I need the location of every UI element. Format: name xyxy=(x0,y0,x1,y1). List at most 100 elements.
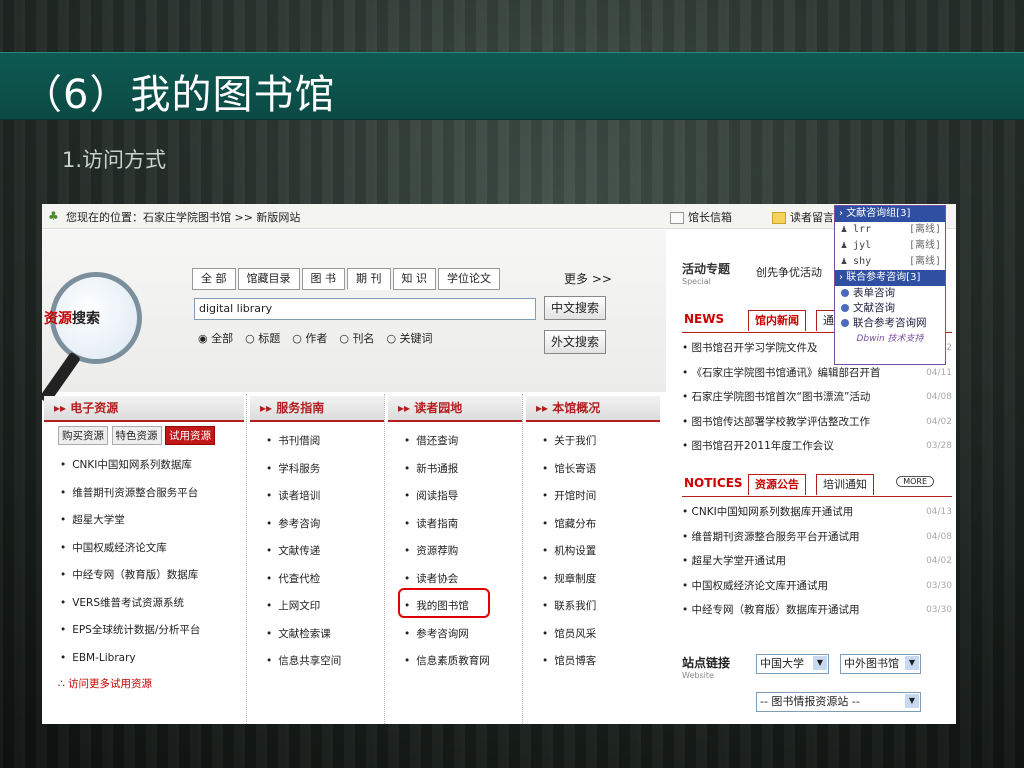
globe-icon xyxy=(841,289,849,297)
list-item[interactable]: 读者指南 xyxy=(388,511,522,539)
list-item[interactable]: 馆藏分布 xyxy=(526,511,660,539)
site-links-heading: 站点链接 Website xyxy=(682,656,731,680)
consult-group-header[interactable]: › 文献咨询组[3] xyxy=(835,206,945,222)
chinese-search-button[interactable]: 中文搜索 xyxy=(544,296,607,320)
list-item[interactable]: 代查代检 xyxy=(250,566,384,594)
list-item[interactable]: 借还查询 xyxy=(388,428,522,456)
foreign-search-button[interactable]: 外文搜索 xyxy=(544,330,607,354)
library-overview-column: ▸▸ 本馆概况 关于我们 馆长寄语 开馆时间 馆藏分布 机构设置 规章制度 联系… xyxy=(526,396,660,676)
tab-resource-notices[interactable]: 资源公告 xyxy=(748,474,806,495)
search-field-radios: ◉ 全部 ○ 标题 ○ 作者 ○ 刊名 ○ 关键词 xyxy=(198,330,445,346)
list-item[interactable]: 阅读指导 xyxy=(388,483,522,511)
tab-training-notices[interactable]: 培训通知 xyxy=(816,474,874,495)
list-item[interactable]: VERS维普考试资源系统 xyxy=(44,589,244,617)
list-item[interactable]: EPS全球统计数据/分析平台 xyxy=(44,617,244,645)
column-header: ▸▸ 电子资源 xyxy=(44,396,244,422)
news-item[interactable]: • 图书馆传达部署学校教学评估整改工作 04/02 xyxy=(682,410,956,435)
more-button[interactable]: MORE xyxy=(896,476,934,487)
envelope-icon xyxy=(670,212,684,224)
list-item[interactable]: 信息素质教育网 xyxy=(388,648,522,676)
list-item[interactable]: 参考咨询网 xyxy=(388,621,522,649)
subtab-purchased[interactable]: 购买资源 xyxy=(58,426,108,445)
consult-group-header[interactable]: › 联合参考咨询[3] xyxy=(835,270,945,286)
radio-keyword[interactable]: ○ 关键词 xyxy=(386,332,438,345)
list-item[interactable]: 文献检索课 xyxy=(250,621,384,649)
consult-user[interactable]: ♟ shy [离线] xyxy=(835,254,945,270)
highlight-circle xyxy=(398,588,490,618)
tab-journals[interactable]: 期 刊 xyxy=(347,268,391,290)
radio-author[interactable]: ○ 作者 xyxy=(292,332,333,345)
notice-item[interactable]: • 维普期刊资源整合服务平台开通试用 04/08 xyxy=(682,525,956,550)
notices-label: NOTICES xyxy=(684,476,743,490)
divider xyxy=(246,394,248,724)
resource-site-select[interactable]: -- 图书情报资源站 -- ▼ xyxy=(756,692,921,712)
list-item[interactable]: 馆员博客 xyxy=(526,648,660,676)
notice-item[interactable]: • 超星大学堂开通试用 04/02 xyxy=(682,549,956,574)
popup-footer: Dbwin 技术支持 xyxy=(856,334,924,344)
search-logo: 资源搜索 xyxy=(44,311,100,327)
search-panel: 资源搜索 全 部馆藏目录图 书期 刊知 识学位论文 更多 >> digital … xyxy=(42,230,666,405)
guestbook-link[interactable]: 读者留言 xyxy=(772,209,834,225)
news-item[interactable]: • 石家庄学院图书馆首次“图书漂流”活动 04/08 xyxy=(682,385,956,410)
list-item[interactable]: CNKI中国知网系列数据库 xyxy=(44,452,244,480)
list-item[interactable]: 文献传递 xyxy=(250,538,384,566)
list-item[interactable]: 书刊借阅 xyxy=(250,428,384,456)
list-item[interactable]: 读者培训 xyxy=(250,483,384,511)
tab-knowledge[interactable]: 知 识 xyxy=(392,268,436,290)
news-item[interactable]: • 图书馆召开2011年度工作会议 03/28 xyxy=(682,434,956,459)
notice-item[interactable]: • 中国权威经济论文库开通试用 03/30 xyxy=(682,574,956,599)
list-item[interactable]: 维普期刊资源整合服务平台 xyxy=(44,479,244,507)
consult-user[interactable]: ♟ jyl [离线] xyxy=(835,238,945,254)
globe-icon xyxy=(841,319,849,327)
list-item[interactable]: 新书通报 xyxy=(388,456,522,484)
radio-title[interactable]: ○ 标题 xyxy=(245,332,286,345)
search-input[interactable]: digital library xyxy=(194,298,536,320)
library-select[interactable]: 中外图书馆 ▼ xyxy=(840,654,921,674)
chevron-down-icon: ▼ xyxy=(813,656,827,670)
tab-books[interactable]: 图 书 xyxy=(301,268,345,290)
list-item[interactable]: 中经专网（教育版）数据库 xyxy=(44,562,244,590)
list-item[interactable]: 规章制度 xyxy=(526,566,660,594)
notices-list: • CNKI中国知网系列数据库开通试用 04/13 • 维普期刊资源整合服务平台开… xyxy=(682,500,956,623)
form-consult-link[interactable]: 表单咨询 xyxy=(835,286,945,301)
radio-journal[interactable]: ○ 刊名 xyxy=(339,332,380,345)
list-item[interactable]: 馆员风采 xyxy=(526,621,660,649)
university-select[interactable]: 中国大学 ▼ xyxy=(756,654,829,674)
more-search-link[interactable]: 更多 >> xyxy=(564,270,612,287)
list-item[interactable]: 参考咨询 xyxy=(250,511,384,539)
radio-all[interactable]: ◉ 全部 xyxy=(198,332,239,345)
column-header: ▸▸ 读者园地 xyxy=(388,396,522,422)
library-website-screenshot: ♣ 您现在的位置：石家庄学院图书馆 >> 新版网站 馆长信箱 读者留言 资源搜索… xyxy=(42,204,956,724)
tab-library-news[interactable]: 馆内新闻 xyxy=(748,310,806,331)
mailbox-link[interactable]: 馆长信箱 xyxy=(670,209,732,225)
list-item[interactable]: 超星大学堂 xyxy=(44,507,244,535)
events-heading: 活动专题 Special xyxy=(682,262,731,286)
note-icon xyxy=(772,212,786,224)
list-item[interactable]: 信息共享空间 xyxy=(250,648,384,676)
list-item[interactable]: 开馆时间 xyxy=(526,483,660,511)
joint-consult-link[interactable]: 联合参考咨询网 xyxy=(835,316,945,331)
events-link[interactable]: 创先争优活动 xyxy=(756,264,822,280)
list-item[interactable]: 机构设置 xyxy=(526,538,660,566)
list-item[interactable]: 馆长寄语 xyxy=(526,456,660,484)
service-guide-column: ▸▸ 服务指南 书刊借阅 学科服务 读者培训 参考咨询 文献传递 代查代检 上网… xyxy=(250,396,384,676)
list-item[interactable]: 中国权威经济论文库 xyxy=(44,534,244,562)
more-trial-link[interactable]: ∴ 访问更多试用资源 xyxy=(44,672,244,696)
list-item[interactable]: 上网文印 xyxy=(250,593,384,621)
tab-theses[interactable]: 学位论文 xyxy=(438,268,500,290)
list-item[interactable]: 联系我们 xyxy=(526,593,660,621)
notice-item[interactable]: • CNKI中国知网系列数据库开通试用 04/13 xyxy=(682,500,956,525)
notice-item[interactable]: • 中经专网（教育版）数据库开通试用 03/30 xyxy=(682,598,956,623)
list-item[interactable]: EBM-Library xyxy=(44,644,244,672)
subtab-special[interactable]: 特色资源 xyxy=(111,426,162,445)
reader-corner-column: ▸▸ 读者园地 借还查询 新书通报 阅读指导 读者指南 资源荐购 读者协会 我的… xyxy=(388,396,522,676)
list-item[interactable]: 关于我们 xyxy=(526,428,660,456)
list-item[interactable]: 资源荐购 xyxy=(388,538,522,566)
tree-icon: ♣ xyxy=(48,209,59,223)
subtab-trial[interactable]: 试用资源 xyxy=(165,426,215,445)
tab-catalog[interactable]: 馆藏目录 xyxy=(237,268,300,290)
doc-consult-link[interactable]: 文献咨询 xyxy=(835,301,945,316)
tab-all[interactable]: 全 部 xyxy=(192,268,236,290)
list-item[interactable]: 学科服务 xyxy=(250,456,384,484)
consult-user[interactable]: ♟ lrr [离线] xyxy=(835,222,945,238)
